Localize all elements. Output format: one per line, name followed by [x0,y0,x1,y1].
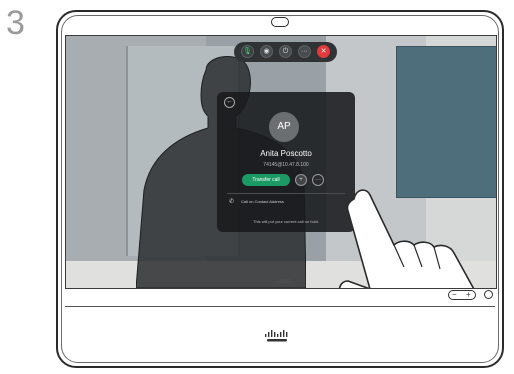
phone-icon: ✆ [229,199,235,205]
volume-control[interactable]: − + [448,290,476,300]
contact-name: Anita Poscotto [260,149,312,158]
pointing-hand [338,189,475,288]
bezel-divider [65,306,495,307]
end-call-glyph: ✕ [320,48,327,55]
camera-glyph: ◉ [263,48,270,55]
share-glyph: ⏻ [282,48,289,55]
volume-up-icon[interactable]: + [466,291,471,299]
back-arrow-icon[interactable]: ← [224,97,235,108]
video-device: 🎙 ◉ ⏻ ··· ✕ ← AP Anita Poscotto 74145@10… [56,10,506,370]
microphone-glyph: 🎙 [243,48,252,55]
camera-lens [271,17,289,27]
background-acoustic-panel [396,46,496,198]
transfer-call-button[interactable]: Transfer call [242,174,290,186]
microphone-icon[interactable]: 🎙 [241,45,254,58]
touch-screen[interactable]: 🎙 ◉ ⏻ ··· ✕ ← AP Anita Poscotto 74145@10… [65,35,497,289]
more-icon[interactable]: ··· [298,45,311,58]
end-call-icon[interactable]: ✕ [317,45,330,58]
contact-address: 74145@10.47.8.100 [263,162,309,168]
call-on-contact-address-link[interactable]: Call on Contact Address [241,199,284,204]
camera-icon[interactable]: ◉ [260,45,273,58]
avatar: AP [269,112,299,142]
share-icon[interactable]: ⏻ [279,45,292,58]
power-button-icon[interactable] [484,290,493,299]
volume-down-icon[interactable]: − [452,291,457,299]
cisco-logo [265,330,288,342]
step-number: 3 [6,4,25,42]
call-control-bar: 🎙 ◉ ⏻ ··· ✕ [234,42,337,62]
more-glyph: ··· [301,48,308,55]
